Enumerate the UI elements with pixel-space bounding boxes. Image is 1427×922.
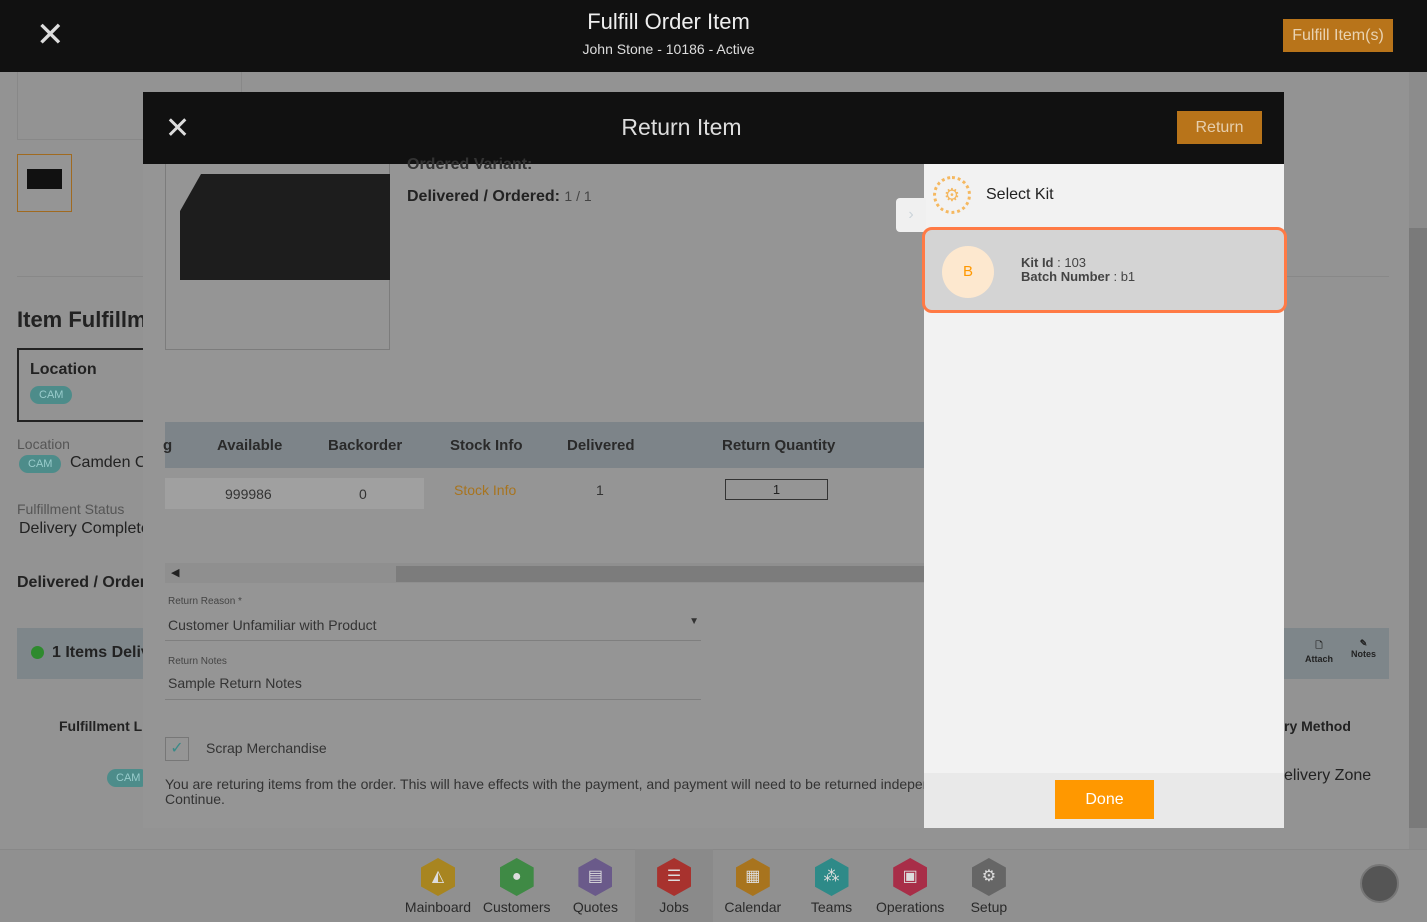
notes-button[interactable]: ✎ Notes — [1351, 638, 1376, 659]
cell-delivered: 1 — [596, 482, 604, 498]
return-notes-value: Sample Return Notes — [168, 675, 302, 691]
attach-label: Attach — [1305, 654, 1334, 664]
nav-mainboard-icon: ◭ — [421, 858, 455, 896]
chevron-right-icon: › — [908, 206, 914, 223]
warning-text: You are returing items from the order. T… — [165, 776, 924, 792]
location-label: Location — [17, 436, 70, 452]
col-return-quantity: Return Quantity — [722, 437, 836, 454]
nav-label: Customers — [482, 899, 551, 915]
scrollbar-thumb[interactable] — [1409, 228, 1427, 828]
ordered-variant: Ordered Variant: — [407, 156, 533, 173]
location-value: Camden C — [70, 454, 147, 471]
cell-backorder: 0 — [359, 486, 367, 502]
nav-quotes[interactable]: ▤ Quotes — [556, 849, 634, 922]
scroll-left-icon[interactable]: ◀ — [171, 566, 179, 579]
top-bar: ✕ Fulfill Order Item John Stone - 10186 … — [0, 0, 1427, 72]
location-card-label: Location — [30, 361, 97, 378]
status-label: Fulfillment Status — [17, 501, 125, 517]
nav-teams[interactable]: ⁂ Teams — [793, 849, 871, 922]
nav-label: Setup — [970, 899, 1008, 915]
page-title: Fulfill Order Item — [587, 9, 750, 34]
nav-label: Jobs — [659, 899, 689, 915]
page-subtitle: John Stone - 10186 - Active — [582, 41, 755, 57]
modal-title: Return Item — [621, 114, 742, 140]
nav-jobs-icon: ☰ — [657, 858, 692, 896]
product-image — [165, 164, 390, 350]
nav-label: Mainboard — [404, 899, 472, 915]
stock-info-link[interactable]: Stock Info — [454, 482, 516, 498]
nav-operations-icon: ▣ — [893, 858, 928, 896]
check-icon: ✓ — [170, 740, 184, 757]
nav-label: Teams — [810, 899, 853, 915]
kit-avatar: B — [942, 246, 994, 298]
table-scrollbar[interactable]: ◀ — [165, 563, 925, 583]
kit-id-label: Kit Id — [1021, 255, 1054, 270]
nav-setup[interactable]: ⚙ Setup — [950, 849, 1028, 922]
collapse-panel-button[interactable]: › — [896, 198, 926, 232]
select-kit-title: Select Kit — [986, 186, 1054, 203]
chevron-down-icon: ▼ — [689, 616, 699, 627]
fulfill-items-button[interactable]: Fulfill Item(s) — [1283, 19, 1393, 52]
delivered-ordered-label: Delivered / Ordered: — [407, 188, 560, 205]
col-available: Available — [217, 437, 283, 454]
warning-continue: Continue. — [165, 791, 225, 807]
paperclip-icon: 🗋 — [1315, 640, 1323, 650]
nav-label: Operations — [875, 899, 945, 915]
return-notes-input[interactable]: Sample Return Notes — [165, 672, 701, 700]
col-header: g — [163, 437, 173, 454]
row-bg — [165, 478, 424, 509]
location-badge: CAM — [19, 455, 62, 473]
kit-list-item[interactable]: B Kit Id : 103 Batch Number : b1 — [922, 227, 1287, 313]
status-value: Delivery Complete — [19, 520, 150, 537]
notes-icon: ✎ — [1359, 638, 1368, 648]
nav-setup-icon: ⚙ — [971, 858, 1006, 896]
kit-id-value: 103 — [1064, 255, 1087, 270]
thumbnail[interactable] — [17, 154, 72, 212]
return-reason-select[interactable]: Customer Unfamiliar with Product ▼ — [165, 614, 701, 641]
attach-button[interactable]: 🗋 Attach — [1305, 638, 1333, 664]
nav-customers[interactable]: ● Customers — [478, 849, 556, 922]
location-card[interactable]: Location CAM — [17, 348, 147, 422]
nav-operations[interactable]: ▣ Operations — [871, 849, 949, 922]
col-backorder: Backorder — [328, 437, 403, 454]
fulfillment-label: Fulfillment L — [59, 718, 143, 734]
nav-quotes-icon: ▤ — [578, 858, 613, 896]
return-reason-label: Return Reason * — [168, 596, 242, 607]
product-photo — [180, 174, 390, 280]
return-button[interactable]: Return — [1177, 111, 1262, 144]
nav-calendar[interactable]: ▦ Calendar — [714, 849, 792, 922]
nav-mainboard[interactable]: ◭ Mainboard — [399, 849, 477, 922]
cell-available: 999986 — [225, 486, 272, 502]
nav-jobs[interactable]: ☰ Jobs — [635, 849, 714, 922]
delivery-method-label: ry Method — [1284, 718, 1351, 734]
batch-value: b1 — [1120, 269, 1136, 284]
scrap-checkbox[interactable]: ✓ — [165, 737, 189, 761]
nav-label: Quotes — [572, 899, 618, 915]
delivered-label: Delivered / Order — [17, 574, 146, 591]
return-reason-value: Customer Unfamiliar with Product — [168, 617, 377, 633]
delivered-ordered-value: 1 / 1 — [564, 188, 592, 204]
done-button[interactable]: Done — [1055, 780, 1154, 819]
delivery-zone: elivery Zone — [1284, 767, 1372, 784]
nav-label: Calendar — [724, 899, 782, 915]
location-badge: CAM — [30, 386, 73, 404]
batch-label: Batch Number — [1021, 269, 1110, 284]
nav-teams-icon: ⁂ — [814, 858, 849, 896]
scrap-label: Scrap Merchandise — [206, 740, 327, 756]
status-dot-icon — [31, 646, 44, 659]
user-avatar[interactable] — [1360, 864, 1399, 903]
items-banner-text: 1 Items Deliv — [52, 644, 150, 661]
nav-calendar-icon: ▦ — [735, 858, 770, 896]
nav-customers-icon: ● — [499, 858, 534, 896]
col-delivered: Delivered — [567, 437, 635, 454]
modal-header: ✕ Return Item Return — [143, 92, 1284, 164]
section-title: Item Fulfillm — [17, 307, 147, 332]
return-quantity-input[interactable]: 1 — [725, 479, 828, 500]
notes-label: Notes — [1351, 649, 1377, 659]
return-notes-label: Return Notes — [168, 656, 227, 667]
col-stock-info: Stock Info — [450, 437, 523, 454]
kit-gear-icon: ⚙ — [933, 176, 971, 214]
table-scroll-thumb[interactable] — [396, 566, 925, 582]
